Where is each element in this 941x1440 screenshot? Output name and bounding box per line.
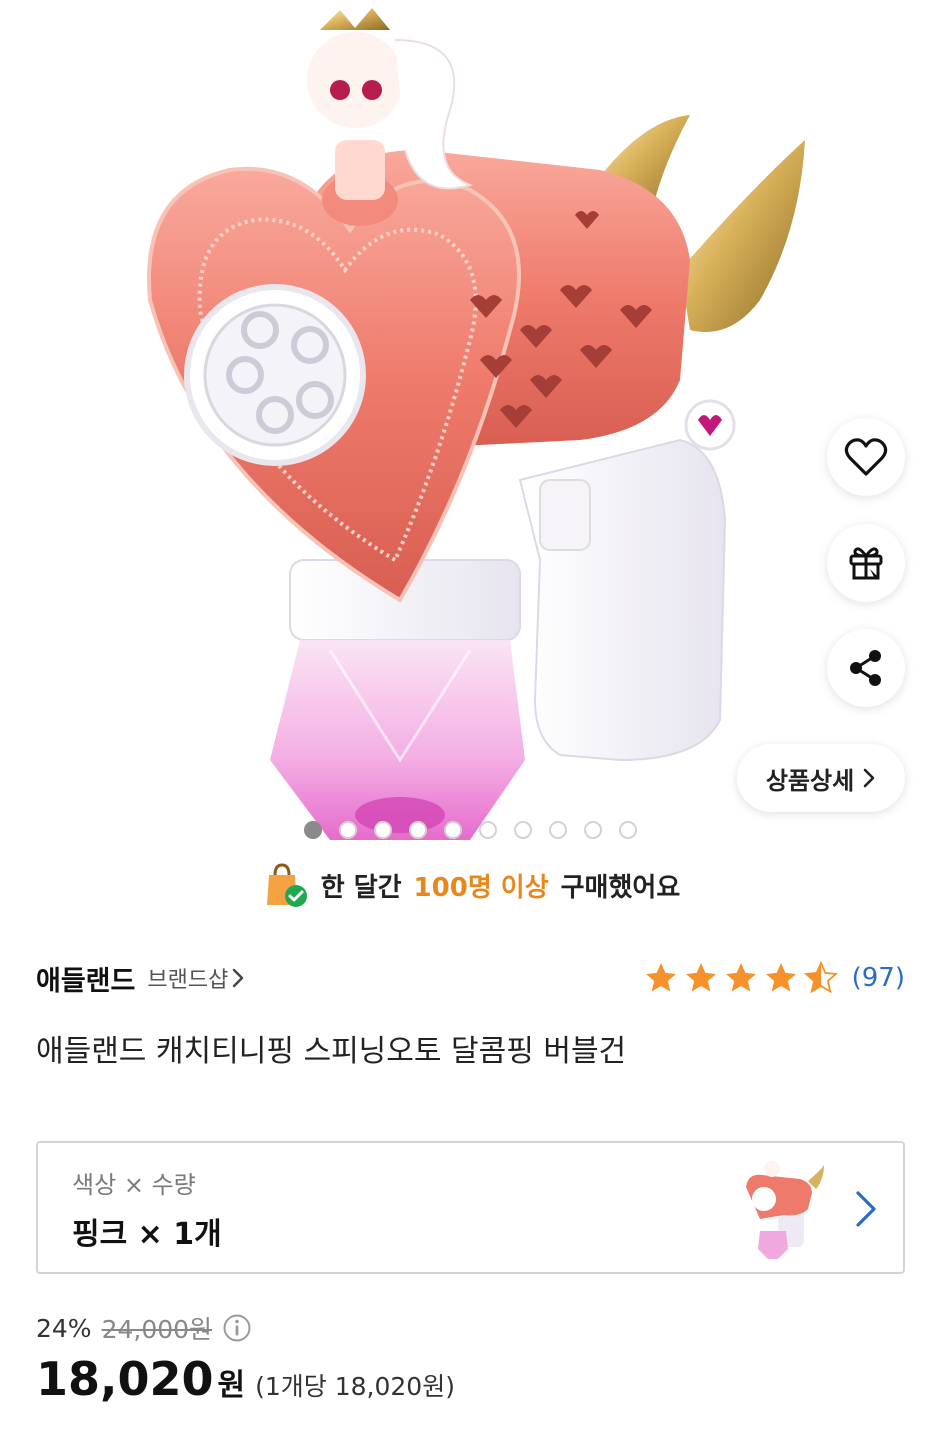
product-detail-page: 상품상세 한 달간 100명 이상 구매했어요 애들랜드 브랜드샵 (97) 애… (0, 0, 941, 1440)
pagination-dot[interactable] (444, 821, 462, 839)
product-detail-button[interactable]: 상품상세 (737, 744, 905, 812)
purchase-suffix: 구매했어요 (560, 872, 681, 903)
star-icon (765, 963, 796, 992)
pagination-dot[interactable] (584, 821, 602, 839)
purchase-highlight: 100명 이상 (413, 872, 549, 903)
option-label-color: 색상 (72, 1171, 117, 1199)
share-icon (850, 650, 881, 686)
star-icon (685, 963, 716, 992)
original-price: 24,000원 (101, 1315, 213, 1344)
option-value-sep: × (137, 1217, 163, 1252)
review-count[interactable]: (97) (852, 963, 905, 993)
pagination-dot[interactable] (514, 821, 532, 839)
pagination-dot[interactable] (619, 821, 637, 839)
product-image-carousel[interactable]: 상품상세 (0, 0, 941, 850)
brand-shop-label: 브랜드샵 (147, 968, 229, 993)
product-detail-label: 상품상세 (765, 766, 855, 795)
star-icon (645, 963, 676, 992)
chevron-right-icon (233, 968, 244, 988)
pagination-dot[interactable] (339, 821, 357, 839)
shopping-bag-check-icon (266, 863, 307, 907)
sale-price-row: 18,020 원 (1개당 18,020원) (36, 1352, 455, 1406)
discount-row: 24% 24,000원 (36, 1310, 252, 1346)
chevron-right-icon (863, 768, 875, 788)
product-image (147, 8, 805, 840)
option-selector[interactable]: 색상 × 수량 핑크 × 1개 (36, 1141, 905, 1274)
info-icon[interactable] (222, 1313, 252, 1343)
option-label-qty: 수량 (151, 1171, 196, 1199)
sale-price: 18,020 (36, 1352, 214, 1406)
option-label: 색상 × 수량 (72, 1165, 196, 1200)
brand-shop-link[interactable]: 브랜드샵 (147, 962, 244, 994)
pagination-dot[interactable] (409, 821, 427, 839)
product-title: 애들랜드 캐치티니핑 스피닝오토 달콤핑 버블건 (36, 1034, 627, 1069)
option-value: 핑크 × 1개 (72, 1209, 222, 1253)
purchase-prefix: 한 달간 (320, 872, 402, 903)
gift-button[interactable] (827, 524, 905, 602)
star-icon (725, 963, 756, 992)
discount-rate: 24% (36, 1313, 92, 1343)
brand-info: 애들랜드 브랜드샵 (36, 959, 244, 998)
pagination-dot[interactable] (549, 821, 567, 839)
brand-name[interactable]: 애들랜드 (36, 959, 135, 998)
chevron-right-icon (856, 1191, 876, 1227)
unit-price: (1개당 18,020원) (255, 1372, 455, 1401)
sale-price-unit: 원 (217, 1368, 246, 1403)
pagination-dot[interactable] (479, 821, 497, 839)
star-half-icon (803, 960, 838, 994)
option-value-qty: 1개 (173, 1217, 222, 1252)
gift-icon (849, 547, 883, 580)
carousel-pagination (0, 821, 941, 839)
option-value-color: 핑크 (72, 1217, 128, 1252)
share-button[interactable] (827, 629, 905, 707)
pagination-dot[interactable] (304, 821, 322, 839)
option-thumbnail (746, 1161, 824, 1259)
purchase-count-banner: 한 달간 100명 이상 구매했어요 (0, 858, 941, 912)
brand-rating-row: 애들랜드 브랜드샵 (97) (36, 950, 905, 1006)
pagination-dot[interactable] (374, 821, 392, 839)
heart-icon (844, 438, 888, 476)
option-label-sep: × (123, 1171, 144, 1199)
rating-summary[interactable]: (97) (642, 960, 905, 996)
wishlist-button[interactable] (827, 418, 905, 496)
